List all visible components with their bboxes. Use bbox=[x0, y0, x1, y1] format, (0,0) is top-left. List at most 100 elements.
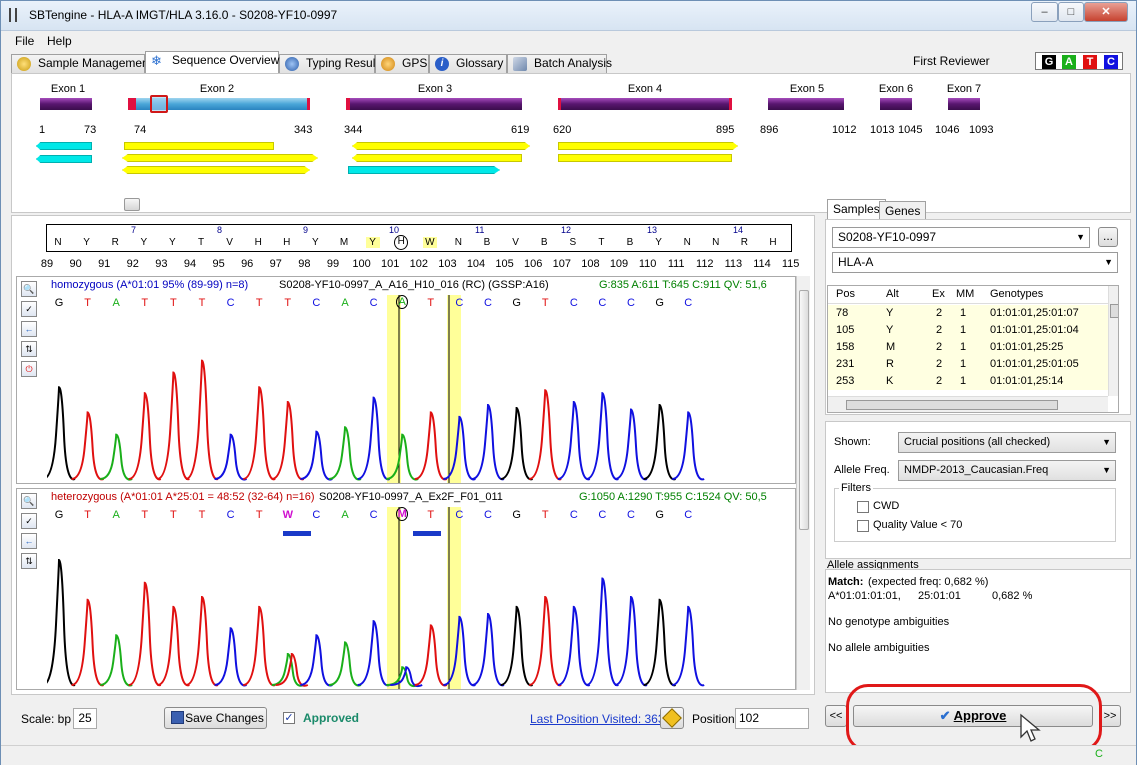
base-call[interactable]: G bbox=[654, 297, 666, 309]
menu-help[interactable]: Help bbox=[47, 34, 72, 48]
gene-select[interactable]: HLA-A ▼ bbox=[832, 252, 1118, 273]
base-call[interactable]: T bbox=[196, 297, 208, 309]
read-arrow[interactable] bbox=[558, 142, 738, 150]
prev-button[interactable]: << bbox=[825, 705, 847, 727]
base-call[interactable]: C bbox=[625, 509, 637, 521]
base-g-toggle[interactable]: G bbox=[1042, 55, 1056, 69]
scroll-thumb[interactable] bbox=[124, 198, 140, 211]
base-call[interactable]: T bbox=[139, 509, 151, 521]
base-call[interactable]: C bbox=[596, 297, 608, 309]
base-call[interactable]: G bbox=[654, 509, 666, 521]
tab-batch-analysis[interactable]: Batch Analysis bbox=[507, 54, 612, 73]
base-call[interactable]: C bbox=[453, 509, 465, 521]
base-call[interactable]: C bbox=[368, 509, 380, 521]
base-call[interactable]: T bbox=[425, 509, 437, 521]
base-call[interactable]: T bbox=[139, 297, 151, 309]
base-call[interactable]: T bbox=[167, 509, 179, 521]
table-hscroll[interactable] bbox=[828, 396, 1108, 412]
base-call[interactable]: T bbox=[539, 509, 551, 521]
base-call[interactable]: A bbox=[339, 509, 351, 521]
base-call[interactable]: C bbox=[482, 297, 494, 309]
scroll-thumb[interactable] bbox=[799, 290, 809, 530]
base-call[interactable]: T bbox=[253, 297, 265, 309]
viewport-marker[interactable] bbox=[150, 95, 168, 113]
scroll-thumb[interactable] bbox=[846, 400, 1058, 410]
last-position-link[interactable]: Last Position Visited: 363 bbox=[530, 712, 665, 726]
shown-select[interactable]: Crucial positions (all checked) ▼ bbox=[898, 432, 1116, 453]
base-call[interactable]: C bbox=[625, 297, 637, 309]
base-call[interactable]: C bbox=[482, 509, 494, 521]
tab-gps[interactable]: GPS bbox=[375, 54, 429, 73]
next-button[interactable]: >> bbox=[1099, 705, 1121, 727]
base-call[interactable]: C bbox=[225, 297, 237, 309]
check-icon[interactable]: ✓ bbox=[21, 513, 37, 529]
base-call[interactable]: T bbox=[196, 509, 208, 521]
flip-icon[interactable]: ⇅ bbox=[21, 553, 37, 569]
base-call[interactable]: C bbox=[682, 509, 694, 521]
base-call[interactable]: T bbox=[253, 509, 265, 521]
base-call[interactable]: G bbox=[511, 509, 523, 521]
base-call[interactable]: T bbox=[539, 297, 551, 309]
base-call[interactable]: A bbox=[110, 297, 122, 309]
base-call[interactable]: G bbox=[53, 297, 65, 309]
base-t-toggle[interactable]: T bbox=[1083, 55, 1097, 69]
read-arrow[interactable] bbox=[348, 166, 500, 174]
cwd-checkbox[interactable] bbox=[857, 501, 869, 513]
exon-bar[interactable] bbox=[346, 98, 522, 110]
approved-checkbox[interactable]: ✓ bbox=[283, 712, 295, 724]
chromatogram[interactable] bbox=[47, 507, 787, 689]
base-a-toggle[interactable]: A bbox=[1062, 55, 1076, 69]
base-call[interactable]: C bbox=[596, 509, 608, 521]
base-call[interactable]: T bbox=[82, 297, 94, 309]
maximize-button[interactable]: □ bbox=[1058, 2, 1084, 22]
tab-typing-result[interactable]: Typing Result bbox=[279, 54, 379, 73]
read-arrow[interactable] bbox=[36, 142, 92, 150]
base-call[interactable]: T bbox=[282, 297, 294, 309]
exon-bar[interactable] bbox=[768, 98, 844, 110]
exon-bar[interactable] bbox=[948, 98, 980, 110]
base-call[interactable]: G bbox=[511, 297, 523, 309]
save-changes-button[interactable]: Save Changes bbox=[164, 707, 267, 729]
base-call[interactable]: T bbox=[167, 297, 179, 309]
flip-icon[interactable]: ⇅ bbox=[21, 341, 37, 357]
tab-glossary[interactable]: i Glossary bbox=[429, 54, 507, 73]
base-call[interactable]: C bbox=[568, 297, 580, 309]
table-row[interactable]: 105 Y 2 1 01:01:01,25:01:04 bbox=[828, 322, 1108, 339]
base-call[interactable]: T bbox=[425, 297, 437, 309]
check-icon[interactable]: ✓ bbox=[21, 301, 37, 317]
table-row[interactable]: 158 M 2 1 01:01:01,25:25 bbox=[828, 339, 1108, 356]
base-call[interactable]: C bbox=[368, 297, 380, 309]
base-call[interactable]: T bbox=[82, 509, 94, 521]
frequency-select[interactable]: NMDP-2013_Caucasian.Freq ▼ bbox=[898, 460, 1116, 481]
base-call[interactable]: A bbox=[110, 509, 122, 521]
read-arrow[interactable] bbox=[124, 142, 274, 150]
read-arrow[interactable] bbox=[558, 154, 732, 162]
base-call[interactable]: G bbox=[53, 509, 65, 521]
minimize-button[interactable]: – bbox=[1031, 2, 1058, 22]
exon-bar[interactable] bbox=[880, 98, 912, 110]
table-row[interactable]: 231 R 2 1 01:01:01,25:01:05 bbox=[828, 356, 1108, 373]
base-call[interactable]: A bbox=[339, 297, 351, 309]
quality-checkbox[interactable] bbox=[857, 520, 869, 532]
base-call[interactable]: M bbox=[396, 507, 409, 521]
arrow-left-icon[interactable]: ← bbox=[21, 533, 37, 549]
base-call[interactable]: C bbox=[225, 509, 237, 521]
scale-input[interactable]: 25 bbox=[73, 708, 97, 729]
tab-sequence-overview[interactable]: ❄ Sequence Overview bbox=[145, 51, 279, 73]
scroll-thumb[interactable] bbox=[1110, 304, 1118, 318]
zoom-icon[interactable]: 🔍 bbox=[21, 281, 37, 297]
read-arrow[interactable] bbox=[122, 154, 318, 162]
base-call[interactable]: C bbox=[310, 297, 322, 309]
table-row[interactable]: 253 K 2 1 01:01:01,25:14 bbox=[828, 373, 1108, 390]
position-input[interactable]: 102 bbox=[735, 708, 809, 729]
zoom-icon[interactable]: 🔍 bbox=[21, 493, 37, 509]
tab-samples[interactable]: Samples bbox=[827, 199, 886, 219]
table-row[interactable]: 78 Y 2 1 01:01:01,25:01:07 bbox=[828, 305, 1108, 322]
close-button[interactable]: ✕ bbox=[1084, 2, 1128, 22]
arrow-left-icon[interactable]: ← bbox=[21, 321, 37, 337]
table-vscroll[interactable] bbox=[1108, 286, 1118, 396]
read-arrow[interactable] bbox=[36, 155, 92, 163]
read-arrow[interactable] bbox=[122, 166, 310, 174]
base-c-toggle[interactable]: C bbox=[1104, 55, 1118, 69]
tab-genes[interactable]: Genes bbox=[879, 201, 927, 221]
